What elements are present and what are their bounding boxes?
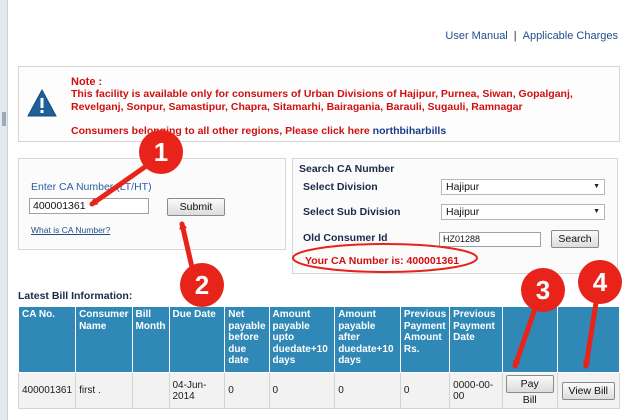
ca-number-input[interactable] bbox=[29, 198, 149, 214]
dropdown-arrow-icon: ▼ bbox=[593, 183, 600, 190]
sub-division-selected-value: Hajipur bbox=[446, 206, 480, 218]
northbiharbills-link[interactable]: northbiharbills bbox=[373, 125, 447, 137]
left-edge-strip bbox=[0, 0, 8, 420]
table-header-row: CA No. Consumer Name Bill Month Due Date… bbox=[17, 306, 621, 373]
top-links: User Manual | Applicable Charges bbox=[445, 30, 618, 42]
view-bill-button[interactable]: View Bill bbox=[561, 381, 616, 400]
badge-2-number: 2 bbox=[195, 270, 209, 300]
what-is-ca-number-link[interactable]: What is CA Number? bbox=[31, 225, 110, 235]
header-amount-after: Amount payable after duedate+10 days bbox=[334, 306, 401, 373]
user-manual-link[interactable]: User Manual bbox=[445, 30, 507, 42]
other-regions-text: Consumers belonging to all other regions… bbox=[71, 125, 370, 137]
header-prev-date: Previous Payment Date bbox=[449, 306, 503, 373]
old-consumer-id-label: Old Consumer Id bbox=[303, 232, 388, 244]
header-due-date: Due Date bbox=[168, 306, 226, 373]
page: User Manual | Applicable Charges Note : Th… bbox=[0, 0, 630, 420]
header-consumer-name: Consumer Name bbox=[75, 306, 133, 373]
ca-number-label: Enter CA Number (LT/HT) bbox=[31, 181, 152, 193]
header-net-payable: Net payable before due date bbox=[224, 306, 270, 373]
search-ca-title: Search CA Number bbox=[299, 163, 395, 175]
header-amount-upto: Amount payable upto duedate+10 days bbox=[268, 306, 336, 373]
header-view-col bbox=[556, 306, 621, 373]
header-pay-col bbox=[501, 306, 558, 373]
cell-amount-upto: 0 bbox=[268, 372, 336, 409]
header-bill-month: Bill Month bbox=[131, 306, 170, 373]
cell-view-bill: View Bill bbox=[556, 372, 621, 409]
table-row: 400001361 first . 04-Jun-2014 0 0 0 0 00… bbox=[17, 372, 621, 409]
pay-bill-button[interactable]: Pay Bill bbox=[505, 375, 554, 406]
cell-bill-month bbox=[131, 372, 170, 409]
link-separator: | bbox=[513, 30, 517, 42]
note-text: This facility is available only for cons… bbox=[71, 88, 573, 113]
cell-pay-bill: Pay Bill bbox=[501, 372, 558, 409]
sub-division-label: Select Sub Division bbox=[303, 206, 401, 218]
division-label: Select Division bbox=[303, 181, 378, 193]
badge-3-number: 3 bbox=[536, 275, 550, 305]
cell-net-payable: 0 bbox=[224, 372, 270, 409]
strip-marker bbox=[2, 112, 6, 126]
division-select[interactable]: Hajipur ▼ bbox=[441, 179, 605, 195]
cell-prev-date: 0000-00-00 bbox=[449, 372, 503, 409]
division-selected-value: Hajipur bbox=[446, 181, 480, 193]
cell-prev-amount: 0 bbox=[399, 372, 451, 409]
dropdown-arrow-icon: ▼ bbox=[593, 208, 600, 215]
cell-consumer-name: first . bbox=[75, 372, 133, 409]
header-prev-amount: Previous Payment Amount Rs. bbox=[399, 306, 451, 373]
ca-number-result: Your CA Number is: 400001361 bbox=[305, 255, 460, 267]
warning-icon bbox=[27, 89, 57, 117]
old-consumer-id-input[interactable]: HZ01288 bbox=[439, 232, 541, 247]
bill-table: CA No. Consumer Name Bill Month Due Date… bbox=[17, 306, 621, 409]
search-button[interactable]: Search bbox=[551, 230, 599, 248]
applicable-charges-link[interactable]: Applicable Charges bbox=[523, 30, 618, 42]
note-title: Note : bbox=[71, 76, 103, 88]
latest-bill-title: Latest Bill Information: bbox=[18, 290, 133, 302]
header-ca-no: CA No. bbox=[17, 306, 77, 373]
submit-button[interactable]: Submit bbox=[167, 198, 225, 216]
sub-division-select[interactable]: Hajipur ▼ bbox=[441, 204, 605, 220]
cell-ca-no: 400001361 bbox=[17, 372, 77, 409]
cell-due-date: 04-Jun-2014 bbox=[168, 372, 226, 409]
badge-2 bbox=[180, 263, 224, 307]
cell-amount-after: 0 bbox=[334, 372, 401, 409]
ca-number-form: Enter CA Number (LT/HT) Submit What is C… bbox=[18, 158, 286, 250]
search-ca-panel: Search CA Number Select Division Hajipur… bbox=[292, 158, 618, 274]
note-box: Note : This facility is available only f… bbox=[18, 66, 620, 142]
other-regions-note: Consumers belonging to all other regions… bbox=[71, 125, 446, 137]
